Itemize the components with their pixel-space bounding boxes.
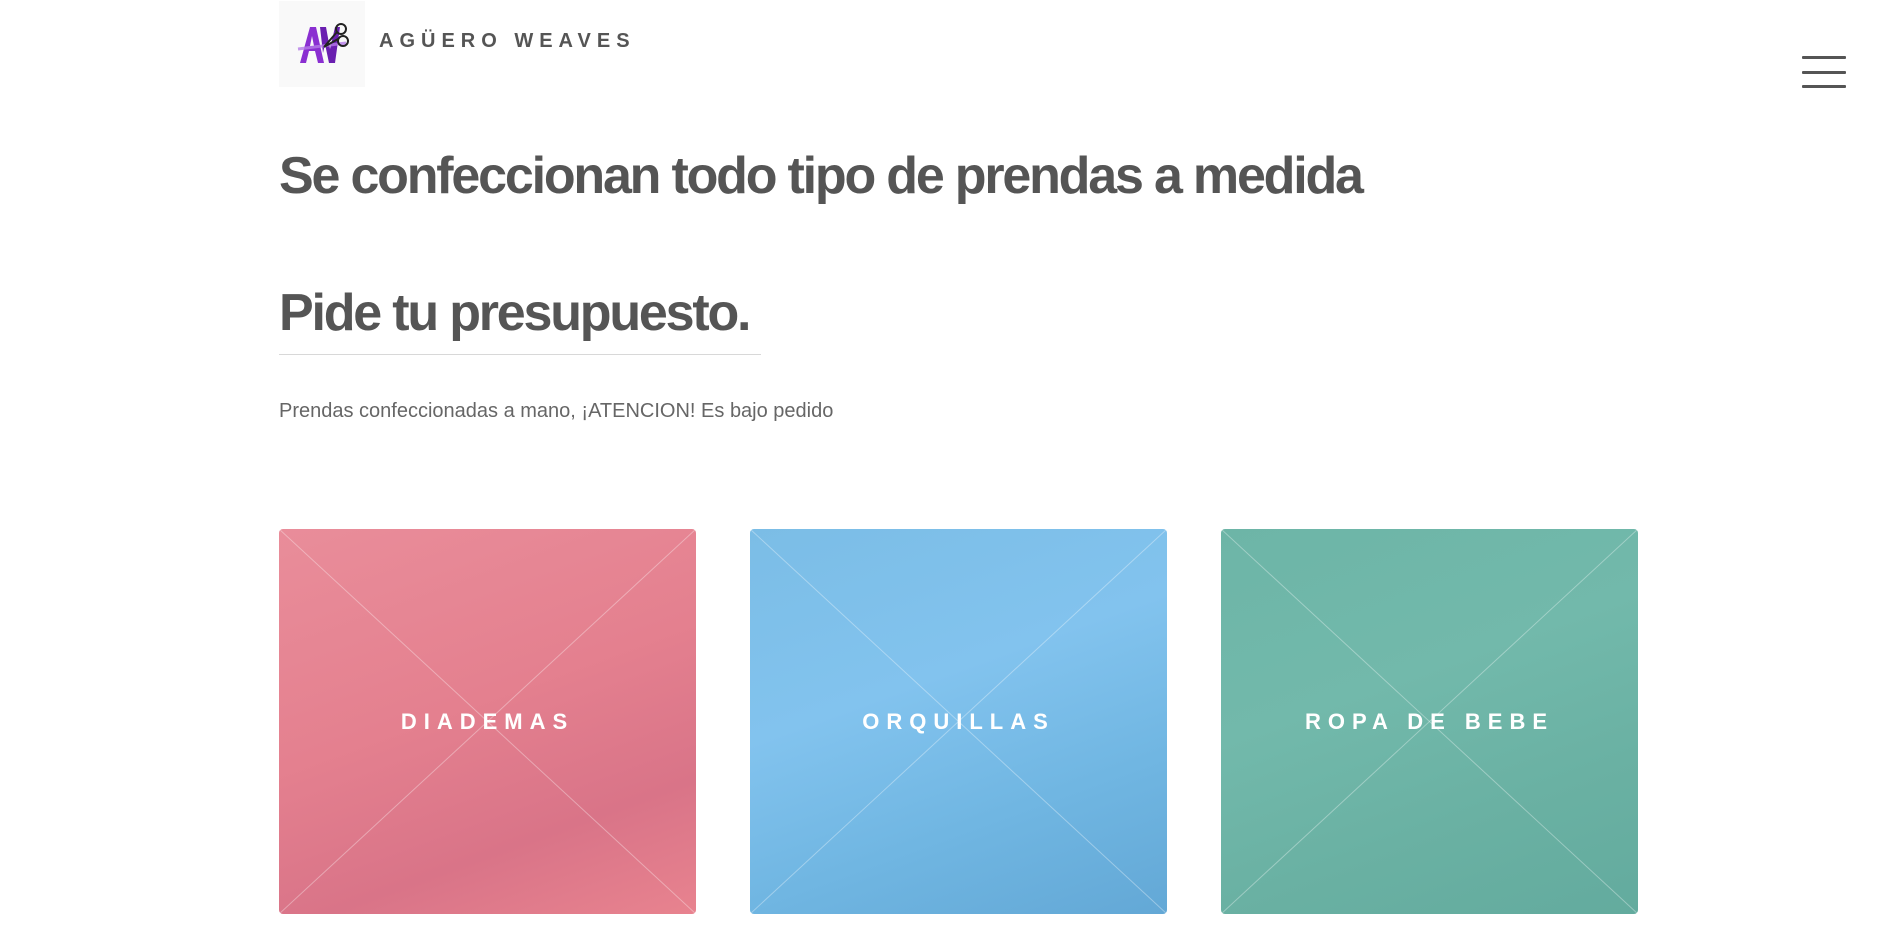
category-tile-orquillas[interactable]: ORQUILLAS [750, 529, 1167, 914]
site-title-link[interactable]: AGÜERO WEAVES [379, 30, 636, 53]
tile-label: DIADEMAS [400, 708, 575, 734]
aw-scissors-logo-icon [297, 23, 349, 63]
category-tile-diademas[interactable]: DIADEMAS [279, 529, 696, 914]
tile-label: ORQUILLAS [862, 708, 1055, 734]
site-header: AGÜERO WEAVES [279, 0, 636, 88]
menu-bar [1802, 85, 1846, 88]
heading-divider [279, 354, 761, 355]
intro-text: Prendas confeccionadas a mano, ¡ATENCION… [279, 400, 834, 422]
page-headline: Se confeccionan todo tipo de prendas a m… [279, 147, 1364, 205]
site-logo[interactable] [279, 1, 365, 87]
tile-label: ROPA DE BEBE [1304, 708, 1555, 734]
menu-bar [1802, 70, 1846, 74]
menu-bar [1802, 56, 1846, 59]
hamburger-menu-icon[interactable] [1802, 56, 1846, 88]
quote-call-to-action: Pide tu presupuesto. [279, 284, 751, 342]
category-tile-ropa-de-bebe[interactable]: ROPA DE BEBE [1221, 529, 1638, 914]
page: AGÜERO WEAVES Se confeccionan todo tipo … [0, 0, 1897, 927]
